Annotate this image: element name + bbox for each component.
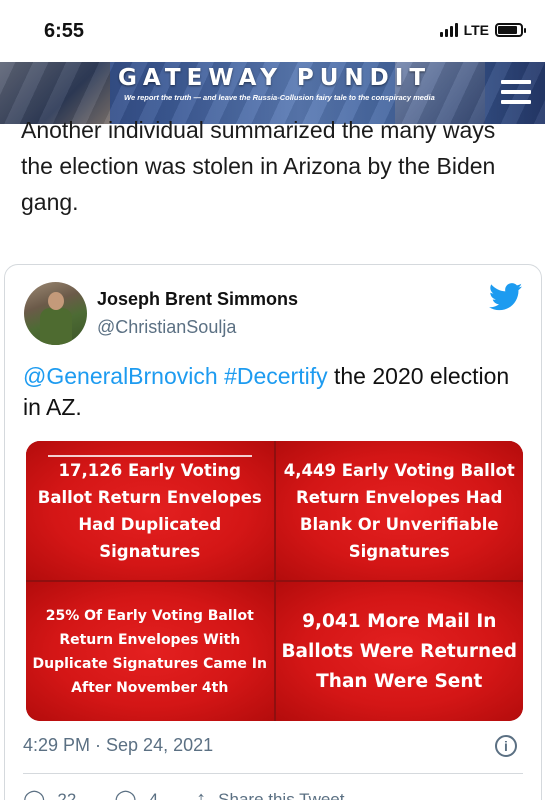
- site-tagline: We report the truth — and leave the Russ…: [124, 93, 435, 102]
- share-button[interactable]: ↑ Share this Tweet: [196, 788, 344, 800]
- image-cell-duplicated-signatures: 17,126 Early Voting Ballot Return Envelo…: [26, 441, 274, 580]
- tweet-text: @GeneralBrnovich #Decertify the 2020 ele…: [23, 361, 523, 423]
- image-cell-late-envelopes: 25% Of Early Voting Ballot Return Envelo…: [26, 582, 274, 721]
- menu-icon[interactable]: [501, 77, 531, 107]
- tweet-author-handle[interactable]: @ChristianSoulja: [97, 317, 236, 338]
- image-cell-more-ballots-returned: 9,041 More Mail In Ballots Were Returned…: [275, 582, 523, 721]
- retweet-icon: ◯: [114, 789, 137, 800]
- status-bar: 6:55 LTE: [0, 0, 545, 62]
- tweet-hashtag-link[interactable]: #Decertify: [224, 363, 328, 389]
- status-indicators: LTE: [439, 22, 526, 38]
- network-type: LTE: [463, 22, 489, 38]
- image-cell-blank-signatures: 4,449 Early Voting Ballot Return Envelop…: [275, 441, 523, 580]
- retweet-button[interactable]: ◯ 4: [114, 787, 158, 800]
- tweet-author-name[interactable]: Joseph Brent Simmons: [97, 289, 298, 310]
- avatar[interactable]: [24, 282, 87, 345]
- embedded-tweet[interactable]: Joseph Brent Simmons @ChristianSoulja @G…: [4, 264, 542, 800]
- twitter-bird-icon[interactable]: [489, 283, 523, 311]
- divider: [23, 773, 523, 774]
- reply-icon: ◯: [23, 789, 46, 800]
- reply-button[interactable]: ◯ 22: [23, 787, 76, 800]
- tweet-mention-link[interactable]: @GeneralBrnovich: [23, 363, 218, 389]
- article-paragraph: Another individual summarized the many w…: [21, 117, 496, 215]
- battery-icon: [495, 23, 526, 37]
- share-icon: ↑: [196, 788, 207, 800]
- site-logo[interactable]: GATEWAY PUNDIT: [118, 65, 431, 91]
- info-icon[interactable]: i: [495, 735, 517, 757]
- status-time: 6:55: [44, 20, 85, 42]
- tweet-image[interactable]: 17,126 Early Voting Ballot Return Envelo…: [26, 441, 523, 721]
- tweet-timestamp[interactable]: 4:29 PM · Sep 24, 2021: [23, 735, 213, 756]
- signal-icon: [439, 23, 458, 37]
- tweet-actions: ◯ 22 ◯ 4 ↑ Share this Tweet: [23, 787, 345, 800]
